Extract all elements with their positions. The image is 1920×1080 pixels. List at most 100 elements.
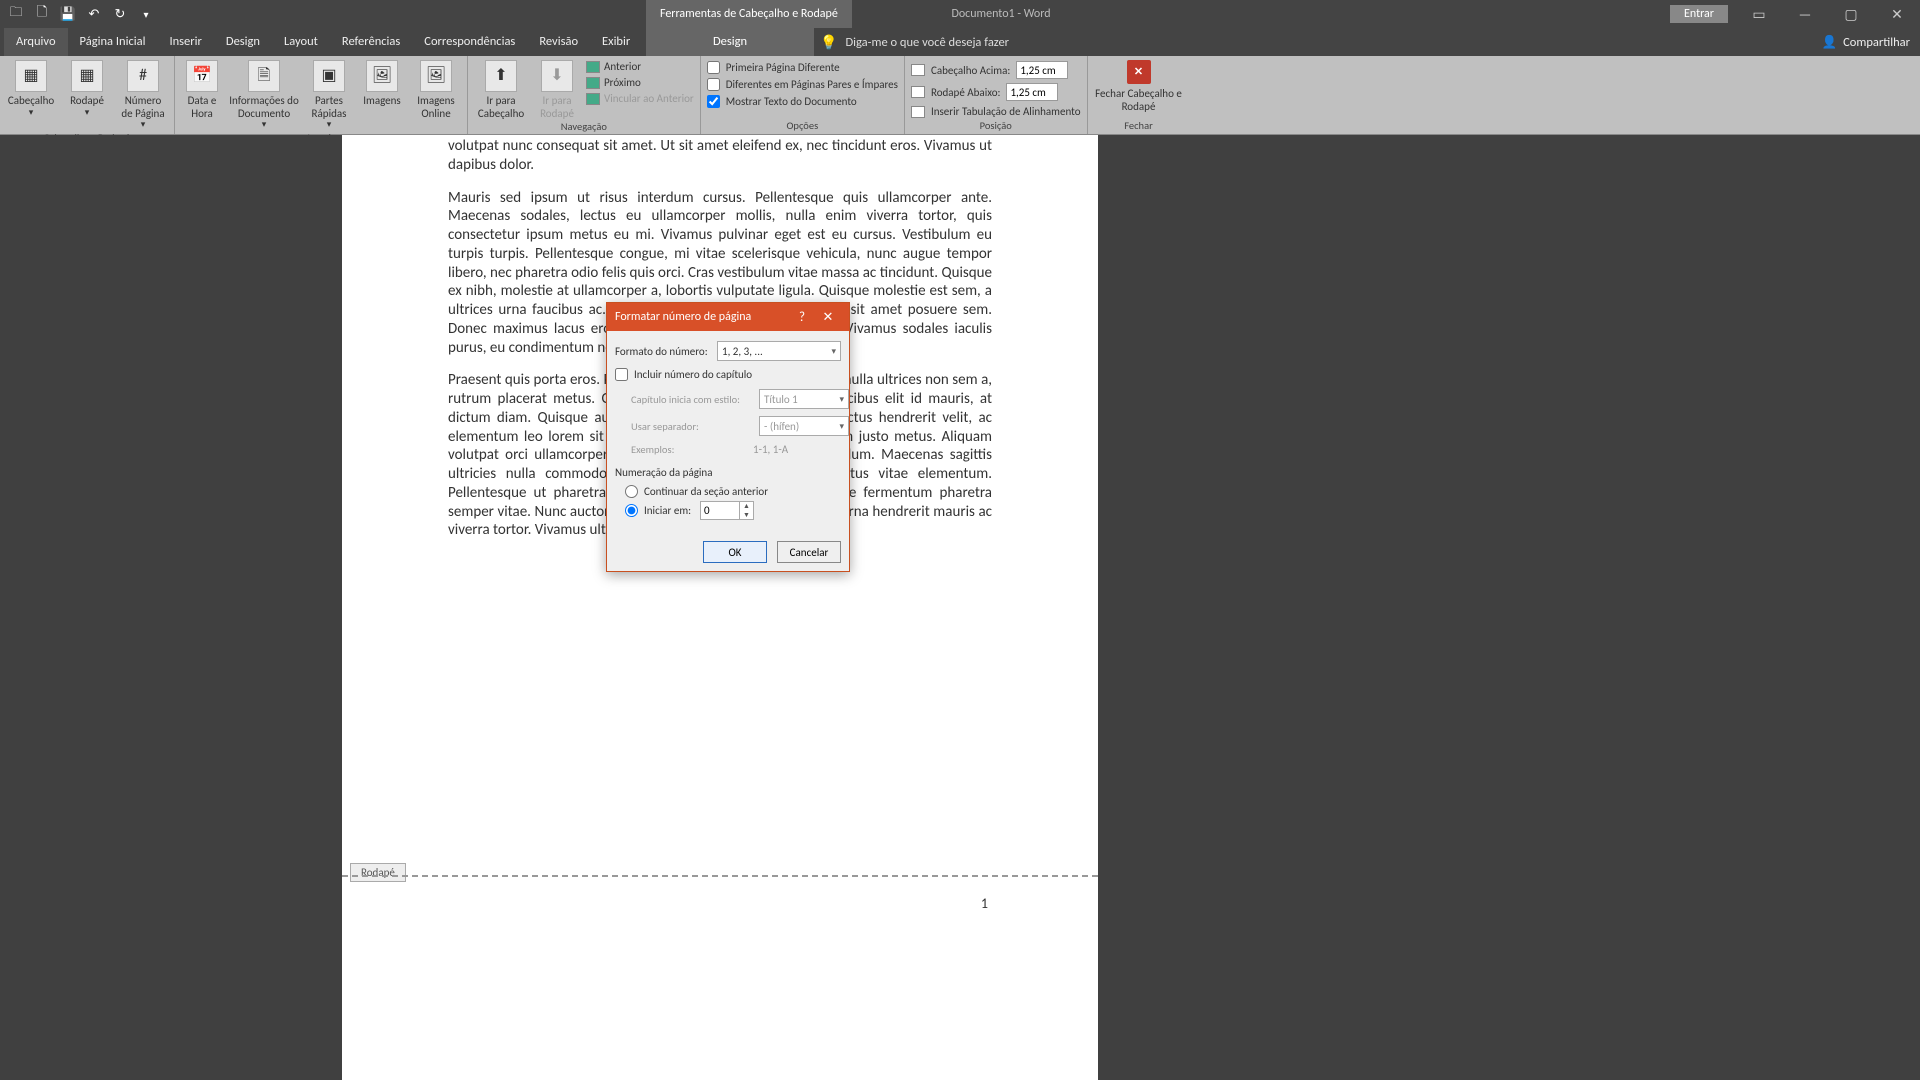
page: volutpat nunc consequat sit amet. Ut sit… (342, 135, 1098, 1080)
lightbulb-icon: 💡 (820, 34, 837, 51)
tell-me-search[interactable]: 💡 Diga-me o que você deseja fazer (820, 34, 1009, 51)
examples-label: Exemplos: (631, 443, 753, 456)
page-number-display: 1 (981, 895, 988, 912)
save-disk-icon[interactable]: 💾 (60, 6, 76, 22)
checkbox[interactable] (707, 78, 720, 91)
opt-first-different[interactable]: Primeira Página Diferente (707, 61, 898, 74)
dialog-title-text: Formatar número de página (615, 310, 751, 324)
share-icon: 👤 (1822, 35, 1838, 50)
page-number-icon: # (127, 60, 159, 92)
docinfo-icon: 🗎 (248, 60, 280, 92)
ribbon-display-icon[interactable]: ▭ (1736, 0, 1782, 28)
nav-link-previous: Vincular ao Anterior (586, 92, 694, 105)
tab-icon (911, 106, 925, 118)
online-images-button[interactable]: 🖼 Imagens Online (411, 58, 461, 120)
ribbon: ▦Cabeçalho▾ ▦Rodapé▾ #Número de Página▾ … (0, 56, 1920, 135)
share-button[interactable]: 👤 Compartilhar (1822, 35, 1910, 50)
save-icon[interactable]: 🗀 (8, 6, 24, 22)
tab-design[interactable]: Design (214, 28, 272, 56)
nav-link-label: Vincular ao Anterior (604, 92, 694, 105)
signin-button[interactable]: Entrar (1670, 5, 1728, 23)
page-number-button[interactable]: #Número de Página▾ (118, 58, 168, 131)
opt-show-doc-text[interactable]: Mostrar Texto do Documento (707, 95, 898, 108)
select-value: Título 1 (764, 393, 798, 406)
dialog-help-icon[interactable]: ? (789, 310, 815, 325)
close-header-footer-button[interactable]: ✕ Fechar Cabeçalho e Rodapé (1094, 58, 1184, 113)
document-area: volutpat nunc consequat sit amet. Ut sit… (0, 135, 1920, 1080)
tab-home[interactable]: Página Inicial (68, 28, 158, 56)
header-top-input[interactable] (1016, 61, 1068, 79)
close-label: Fechar Cabeçalho e Rodapé (1094, 88, 1184, 113)
nav-previous[interactable]: Anterior (586, 60, 694, 73)
minimize-icon[interactable]: — (1782, 0, 1828, 28)
tab-review[interactable]: Revisão (527, 28, 590, 56)
radio-label: Continuar da seção anterior (644, 485, 768, 498)
tell-me-placeholder: Diga-me o que você deseja fazer (845, 35, 1009, 50)
footer-from-bottom: Rodapé Abaixo: (911, 83, 1081, 101)
dialog-titlebar: Formatar número de página ? ✕ (607, 303, 849, 331)
footer-button[interactable]: ▦Rodapé▾ (62, 58, 112, 118)
online-images-icon: 🖼 (420, 60, 452, 92)
contextual-tab-label: Ferramentas de Cabeçalho e Rodapé (646, 0, 852, 28)
continue-previous-radio[interactable]: Continuar da seção anterior (625, 485, 841, 498)
chevron-down-icon: ▾ (839, 421, 844, 432)
images-icon: 🖼 (366, 60, 398, 92)
docinfo-button[interactable]: 🗎Informações do Documento▾ (229, 58, 299, 131)
number-format-select[interactable]: 1, 2, 3, ...▾ (717, 341, 841, 361)
paragraph: volutpat nunc consequat sit amet. Ut sit… (448, 137, 992, 175)
checkbox[interactable] (615, 368, 628, 381)
chapter-style-label: Capítulo inicia com estilo: (631, 393, 753, 406)
start-at-input[interactable] (701, 504, 739, 517)
goto-header-button[interactable]: ⬆ Ir para Cabeçalho (474, 58, 528, 120)
numbering-group-title: Numeração da página (615, 466, 841, 479)
start-at-spinner[interactable]: ▲▼ (700, 501, 754, 520)
images-label: Imagens (363, 95, 400, 108)
group-label: Opções (707, 119, 898, 134)
footer-bottom-input[interactable] (1006, 83, 1058, 101)
images-button[interactable]: 🖼 Imagens (359, 58, 405, 108)
tab-view[interactable]: Exibir (590, 28, 642, 56)
checkbox[interactable] (707, 95, 720, 108)
datetime-button[interactable]: 📅Data e Hora (181, 58, 223, 120)
include-chapter-checkbox[interactable]: Incluir número do capítulo (615, 368, 841, 381)
dialog-close-icon[interactable]: ✕ (815, 310, 841, 325)
close-window-icon[interactable]: ✕ (1874, 0, 1920, 28)
header-from-top: Cabeçalho Acima: (911, 61, 1081, 79)
header-button[interactable]: ▦Cabeçalho▾ (6, 58, 56, 118)
pos-label: Cabeçalho Acima: (931, 64, 1010, 77)
maximize-icon[interactable]: ▢ (1828, 0, 1874, 28)
tab-file[interactable]: Arquivo (4, 28, 68, 56)
footer-label: Rodapé (70, 95, 104, 108)
radio[interactable] (625, 485, 638, 498)
radio[interactable] (625, 504, 638, 517)
ok-button[interactable]: OK (703, 541, 767, 563)
radio-label: Iniciar em: (644, 504, 694, 517)
prev-icon (586, 61, 600, 73)
goto-header-label: Ir para Cabeçalho (474, 95, 528, 120)
start-at-radio[interactable]: Iniciar em: ▲▼ (625, 501, 841, 520)
opt-odd-even[interactable]: Diferentes em Páginas Pares e Ímpares (707, 78, 898, 91)
tab-layout[interactable]: Layout (272, 28, 330, 56)
share-label: Compartilhar (1843, 35, 1910, 50)
tab-mailings[interactable]: Correspondências (412, 28, 527, 56)
cancel-button[interactable]: Cancelar (777, 541, 841, 563)
footer-icon: ▦ (71, 60, 103, 92)
spin-down-icon[interactable]: ▼ (740, 511, 753, 520)
tab-insert[interactable]: Inserir (157, 28, 213, 56)
nav-next[interactable]: Próximo (586, 76, 694, 89)
goto-footer-label: Ir para Rodapé (534, 95, 580, 120)
quickparts-button[interactable]: ▣Partes Rápidas▾ (305, 58, 353, 131)
footer-separator (342, 875, 1098, 877)
page-number-label: Número de Página (118, 95, 168, 120)
insert-align-tab[interactable]: Inserir Tabulação de Alinhamento (911, 105, 1081, 118)
datetime-label: Data e Hora (181, 95, 223, 120)
tab-context-design[interactable]: Design (646, 28, 814, 56)
group-label: Fechar (1094, 119, 1184, 134)
online-images-label: Imagens Online (411, 95, 461, 120)
link-icon (586, 93, 600, 105)
goto-header-icon: ⬆ (485, 60, 517, 92)
new-icon[interactable]: 🗋 (34, 6, 50, 22)
header-icon: ▦ (15, 60, 47, 92)
tab-references[interactable]: Referências (330, 28, 412, 56)
checkbox[interactable] (707, 61, 720, 74)
